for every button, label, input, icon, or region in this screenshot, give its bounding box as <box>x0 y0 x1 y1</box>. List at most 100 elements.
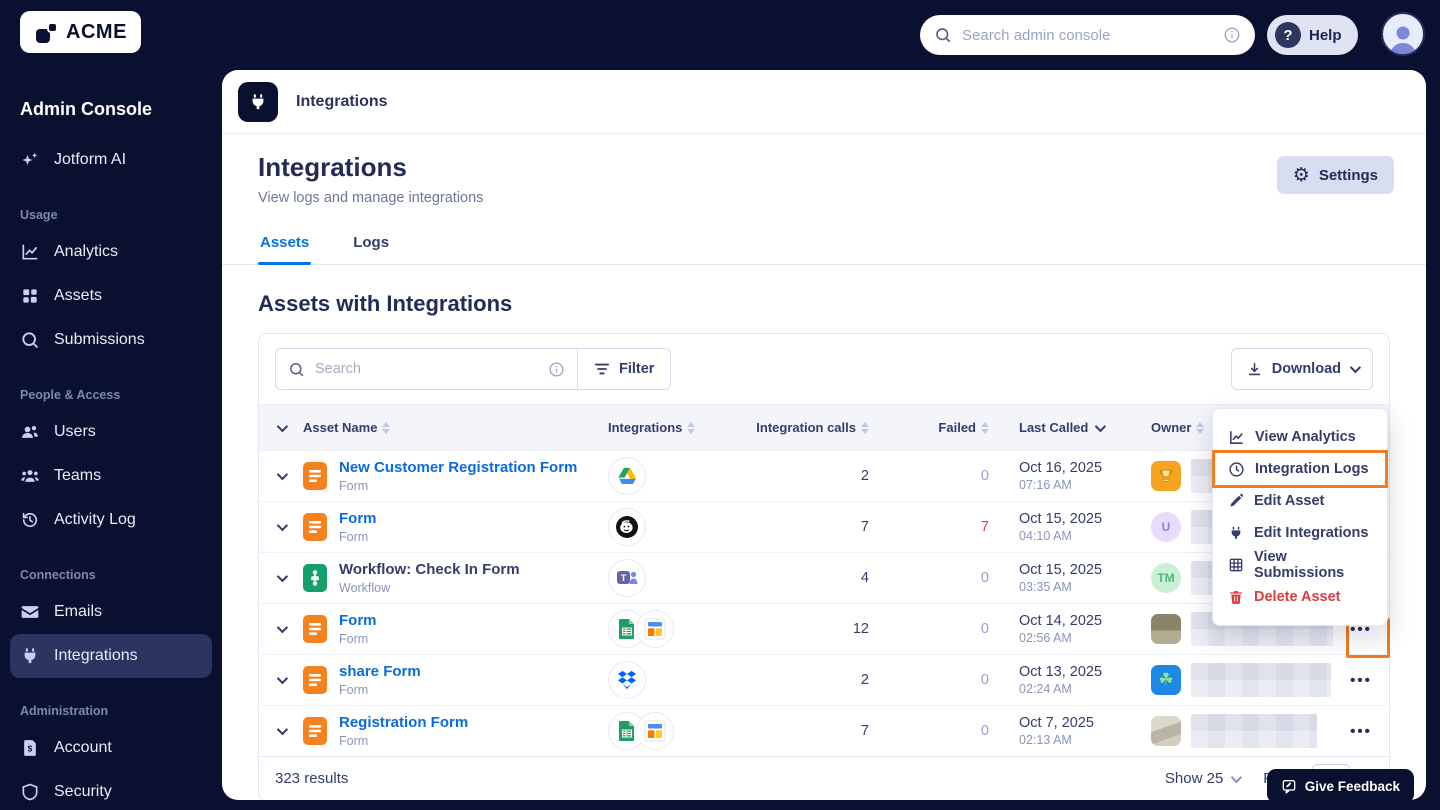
form-asset-icon <box>303 717 327 745</box>
give-feedback-button[interactable]: Give Feedback <box>1267 769 1414 803</box>
form-asset-icon <box>303 462 327 490</box>
expand-row-chevron-icon[interactable] <box>277 571 288 582</box>
form-asset-icon <box>303 666 327 694</box>
clock-icon <box>1228 461 1245 478</box>
owner-name-redacted <box>1191 714 1317 748</box>
last-called-date: Oct 14, 2025 <box>1019 613 1137 629</box>
row-actions-button[interactable]: ••• <box>1350 723 1372 740</box>
sidebar-item-emails[interactable]: Emails <box>0 590 222 634</box>
sidebar-item-security[interactable]: Security <box>0 770 222 810</box>
last-called-time: 07:16 AM <box>1019 478 1137 492</box>
table-search[interactable] <box>275 348 578 390</box>
failed-value: 7 <box>981 519 989 535</box>
calls-value: 2 <box>861 468 869 484</box>
svg-text:$: $ <box>28 743 33 753</box>
sort-icon[interactable] <box>981 422 989 434</box>
expand-row-chevron-icon[interactable] <box>277 724 288 735</box>
sort-icon[interactable] <box>382 422 390 434</box>
menu-item-view-analytics[interactable]: View Analytics <box>1213 421 1387 453</box>
expand-row-chevron-icon[interactable] <box>277 469 288 480</box>
sort-icon[interactable] <box>1196 422 1204 434</box>
teams-icon <box>20 466 40 486</box>
svg-text:T: T <box>621 573 627 584</box>
menu-item-integration-logs[interactable]: Integration Logs <box>1213 453 1387 485</box>
filter-button[interactable]: Filter <box>578 348 671 390</box>
col-integration-calls: Integration calls <box>756 420 856 435</box>
expand-row-chevron-icon[interactable] <box>277 622 288 633</box>
asset-name-link[interactable]: Form <box>339 612 377 629</box>
info-icon[interactable] <box>1223 26 1241 44</box>
section-label-connections: Connections <box>0 568 222 582</box>
calls-value: 12 <box>853 621 869 637</box>
sidebar-item-label: Analytics <box>54 243 118 261</box>
sidebar-item-integrations[interactable]: Integrations <box>10 634 212 678</box>
sidebar-item-users[interactable]: Users <box>0 410 222 454</box>
col-integrations: Integrations <box>608 420 682 435</box>
asset-name-link[interactable]: share Form <box>339 663 421 680</box>
tab-logs[interactable]: Logs <box>351 232 391 264</box>
sort-icon[interactable] <box>861 422 869 434</box>
asset-type: Form <box>339 632 377 646</box>
col-asset-name: Asset Name <box>303 420 377 435</box>
gear-icon: ⚙ <box>1293 166 1310 185</box>
envelope-icon <box>20 602 40 622</box>
shield-icon <box>20 782 40 802</box>
row-actions-button[interactable]: ••• <box>1350 672 1372 689</box>
sidebar-item-activity-log[interactable]: Activity Log <box>0 498 222 542</box>
col-owner: Owner <box>1151 420 1191 435</box>
download-label: Download <box>1272 361 1341 377</box>
menu-item-view-submissions[interactable]: View Submissions <box>1213 549 1387 581</box>
last-called-date: Oct 15, 2025 <box>1019 511 1137 527</box>
plug-icon <box>20 646 40 666</box>
expand-row-chevron-icon[interactable] <box>277 673 288 684</box>
admin-search[interactable] <box>920 15 1255 55</box>
menu-item-edit-integrations[interactable]: Edit Integrations <box>1213 517 1387 549</box>
menu-item-edit-asset[interactable]: Edit Asset <box>1213 485 1387 517</box>
expand-all-chevron-icon[interactable] <box>277 420 288 431</box>
microsoft-teams-icon: T <box>608 559 646 597</box>
acme-logo[interactable]: ACME <box>20 11 141 53</box>
page-size-select[interactable]: Show 25 <box>1165 770 1239 787</box>
failed-value: 0 <box>981 468 989 484</box>
acme-logo-icon <box>34 19 60 45</box>
help-button[interactable]: ? Help <box>1267 15 1358 55</box>
filter-label: Filter <box>619 361 654 377</box>
sidebar-item-account[interactable]: $ Account <box>0 726 222 770</box>
sidebar-item-teams[interactable]: Teams <box>0 454 222 498</box>
sidebar-item-analytics[interactable]: Analytics <box>0 230 222 274</box>
page-subtitle: View logs and manage integrations <box>258 190 1390 206</box>
search-icon <box>934 26 952 44</box>
asset-type: Form <box>339 683 421 697</box>
asset-name-link[interactable]: New Customer Registration Form <box>339 459 577 476</box>
console-title: Admin Console <box>0 99 222 120</box>
sidebar-item-submissions[interactable]: Submissions <box>0 318 222 362</box>
sidebar-item-assets[interactable]: Assets <box>0 274 222 318</box>
settings-label: Settings <box>1319 167 1378 184</box>
table-row: Registration Form Form 7 0 Oct 7, 202502… <box>259 705 1389 756</box>
menu-item-delete-asset[interactable]: Delete Asset <box>1213 581 1387 613</box>
section-label-people: People & Access <box>0 388 222 402</box>
search-icon <box>20 330 40 350</box>
analytics-icon <box>1228 429 1245 446</box>
table-toolbar: Filter Download <box>259 334 1389 404</box>
asset-name-link[interactable]: Registration Form <box>339 714 468 731</box>
sort-icon[interactable] <box>687 422 695 434</box>
asset-name[interactable]: Workflow: Check In Form <box>339 561 520 578</box>
admin-search-input[interactable] <box>962 27 1213 44</box>
download-button[interactable]: Download <box>1231 348 1373 390</box>
asset-name-link[interactable]: Form <box>339 510 377 527</box>
form-asset-icon <box>303 615 327 643</box>
asset-type: Form <box>339 479 577 493</box>
table-search-input[interactable] <box>315 361 538 377</box>
form-asset-icon <box>303 513 327 541</box>
info-icon[interactable] <box>548 361 565 378</box>
tiles-app-icon <box>636 610 674 648</box>
feedback-label: Give Feedback <box>1305 779 1400 794</box>
sidebar-item-label: Users <box>54 423 96 441</box>
tab-assets[interactable]: Assets <box>258 232 311 264</box>
settings-button[interactable]: ⚙ Settings <box>1277 156 1394 194</box>
sorted-desc-chevron-icon[interactable] <box>1095 420 1106 431</box>
sidebar-item-jotform-ai[interactable]: Jotform AI <box>0 138 222 182</box>
user-avatar[interactable] <box>1381 12 1425 56</box>
expand-row-chevron-icon[interactable] <box>277 520 288 531</box>
